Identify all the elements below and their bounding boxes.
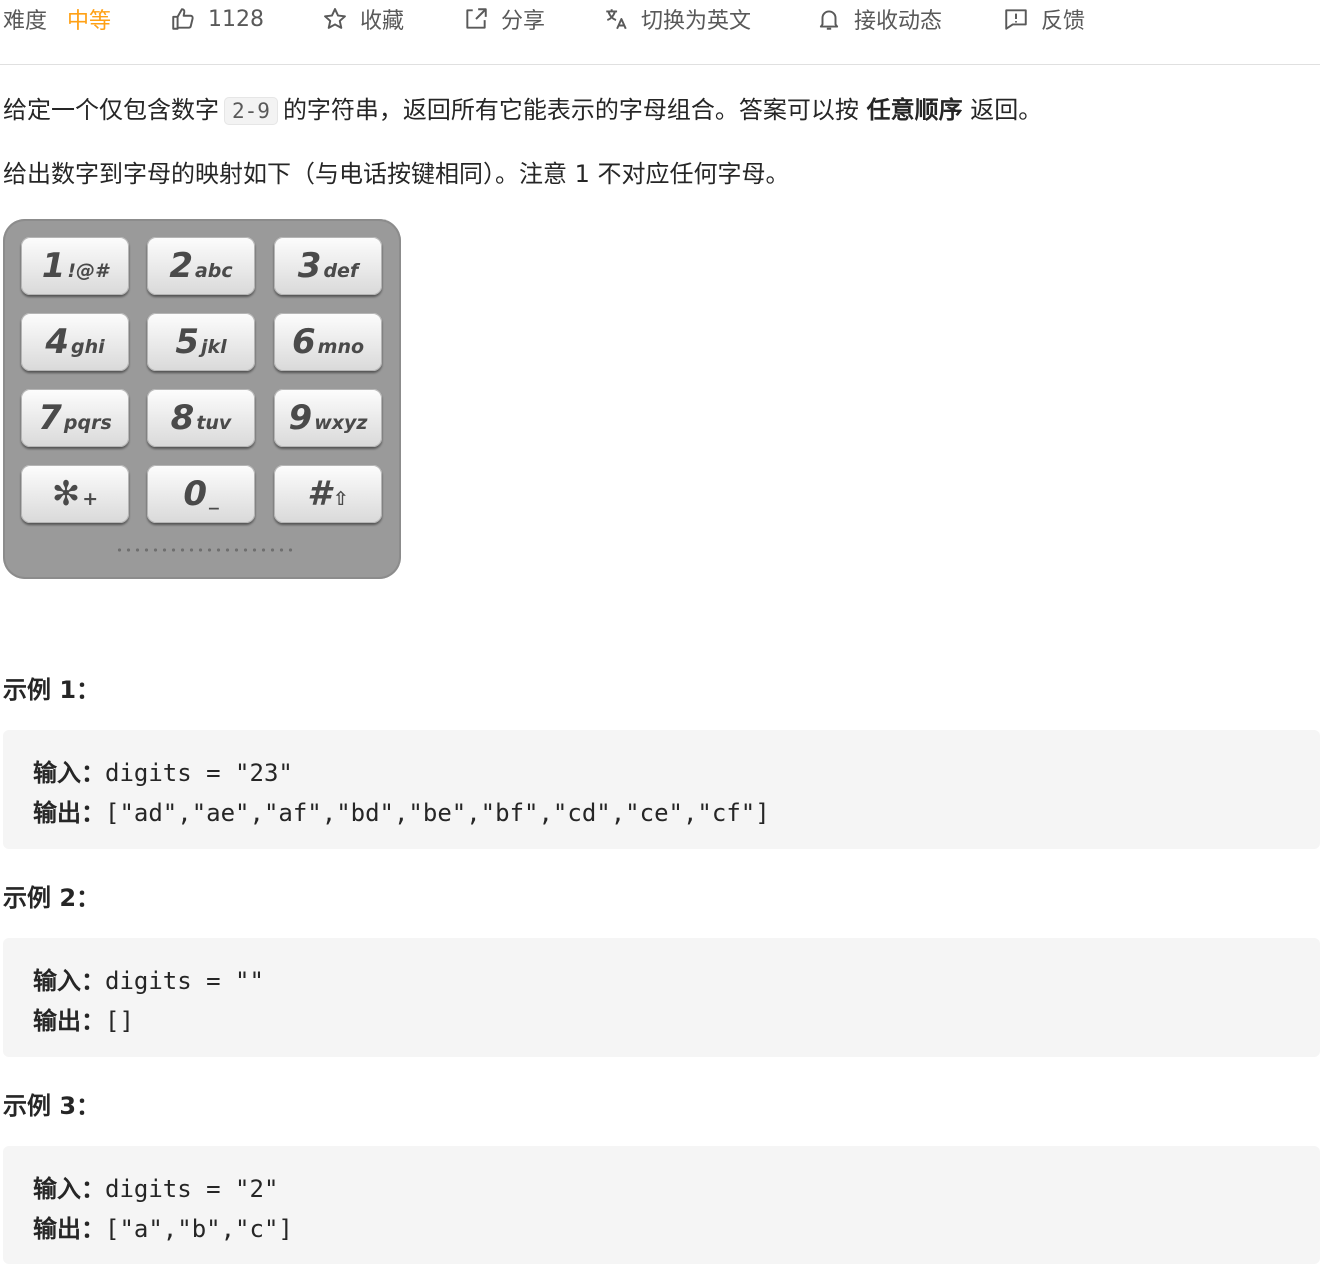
key-digit: # — [307, 474, 331, 514]
keypad-key-3: 3 def — [274, 237, 382, 295]
example-1-title: 示例 1： — [3, 676, 101, 704]
feedback-icon — [1005, 9, 1027, 30]
keypad-key-6: 6 mno — [274, 313, 382, 371]
thumbs-up-icon — [172, 8, 194, 30]
feedback-label: 反馈 — [1041, 9, 1086, 34]
key-digit: 8 — [170, 398, 195, 438]
key-letters: !@# — [67, 260, 109, 282]
keypad-key-7: 7 pqrs — [21, 389, 129, 447]
example-1-input: 输入：digits = "23" — [33, 753, 293, 788]
example-3-input: 输入：digits = "2" — [33, 1169, 278, 1204]
keypad-key-4: 4 ghi — [21, 313, 129, 371]
key-letters: ghi — [71, 336, 105, 358]
input-value: digits = "" — [105, 967, 264, 995]
key-letters: ⇧ — [332, 488, 349, 510]
translate-button[interactable]: 切换为英文 — [603, 3, 751, 35]
keypad-key-9: 9 wxyz — [274, 389, 382, 447]
key-letters: wxyz — [314, 412, 368, 434]
key-letters: jkl — [201, 336, 227, 358]
key-digit: 0 — [183, 474, 208, 514]
toolbar-divider — [0, 64, 1320, 65]
output-value: ["ad","ae","af","bd","be","bf","cd","ce"… — [105, 799, 770, 827]
keypad-key-8: 8 tuv — [147, 389, 255, 447]
output-value: ["a","b","c"] — [105, 1215, 293, 1243]
example-3-title: 示例 3： — [3, 1092, 101, 1120]
difficulty-label: 难度 — [3, 9, 48, 34]
key-digit: 4 — [45, 322, 70, 362]
output-label: 输出： — [33, 799, 105, 827]
input-value: digits = "23" — [105, 759, 293, 787]
output-value: [] — [105, 1007, 134, 1035]
key-digit: 5 — [175, 322, 199, 362]
bell-icon — [819, 10, 839, 30]
key-digit: 9 — [288, 398, 313, 438]
key-letters: mno — [317, 336, 365, 358]
problem-toolbar: 难度 中等 1128 收藏 分享 切换为英文 接收动态 反馈 — [0, 0, 1320, 38]
description-paragraph-2: 给出数字到字母的映射如下（与电话按键相同）。注意 1 不对应任何字母。 — [3, 160, 790, 188]
favorite-button[interactable]: 收藏 — [322, 3, 404, 35]
keypad-key-12: # ⇧ — [274, 465, 382, 523]
share-button[interactable]: 分享 — [463, 3, 545, 35]
share-icon — [466, 8, 487, 29]
keypad-key-10: ✻ + — [21, 465, 129, 523]
desc-text: 给定一个仅包含数字 — [3, 96, 219, 124]
translate-icon — [606, 9, 627, 30]
like-button[interactable]: 1128 — [170, 6, 264, 32]
key-digit: 1 — [41, 246, 66, 286]
keypad-key-5: 5 jkl — [147, 313, 255, 371]
example-2-input: 输入：digits = "" — [33, 961, 264, 996]
key-letters: abc — [194, 260, 233, 282]
key-digit: ✻ — [51, 474, 81, 514]
keypad-key-11: 0 _ — [147, 465, 255, 523]
difficulty-value: 中等 — [67, 9, 112, 34]
speaker-grille — [115, 547, 293, 553]
keypad-key-2: 2 abc — [147, 237, 255, 295]
subscribe-label: 接收动态 — [854, 9, 943, 34]
keypad-key-1: 1 !@# — [21, 237, 129, 295]
phone-keypad-image: 1 !@# 2 abc 3 def 4 ghi 5 jkl 6 mno 7 pqrs 8 tuv 9 wxyz ✻ +… — [3, 219, 401, 579]
example-3-output: 输出：["a","b","c"] — [33, 1209, 293, 1244]
example-1-output: 输出：["ad","ae","af","bd","be","bf","cd","… — [33, 793, 770, 828]
desc-text: 返回。 — [970, 96, 1043, 124]
desc-text: 的字符串，返回所有它能表示的字母组合。答案可以按 — [282, 96, 859, 124]
like-count: 1128 — [208, 6, 264, 32]
translate-label: 切换为英文 — [641, 9, 752, 34]
input-label: 输入： — [33, 759, 105, 787]
input-label: 输入： — [33, 1175, 105, 1203]
key-letters: _ — [209, 488, 219, 510]
key-digit: 6 — [291, 322, 316, 362]
example-2-output: 输出：[] — [33, 1001, 134, 1036]
key-letters: def — [323, 260, 359, 282]
difficulty: 难度 中等 — [3, 3, 111, 35]
input-value: digits = "2" — [105, 1175, 279, 1203]
key-letters: + — [82, 488, 99, 510]
subscribe-button[interactable]: 接收动态 — [816, 3, 942, 35]
key-letters: tuv — [196, 412, 232, 434]
key-letters: pqrs — [63, 412, 112, 434]
key-digit: 3 — [297, 246, 322, 286]
key-digit: 2 — [169, 246, 193, 286]
input-label: 输入： — [33, 967, 105, 995]
output-label: 输出： — [33, 1007, 105, 1035]
example-1-box: 输入：digits = "23" 输出：["ad","ae","af","bd"… — [3, 730, 1320, 849]
key-digit: 7 — [38, 398, 62, 438]
star-icon — [324, 8, 346, 29]
description-paragraph-1: 给定一个仅包含数字 2-9 的字符串，返回所有它能表示的字母组合。答案可以按 任意顺… — [3, 90, 1042, 131]
example-2-title: 示例 2： — [3, 884, 101, 912]
share-label: 分享 — [501, 9, 546, 34]
favorite-label: 收藏 — [360, 9, 405, 34]
output-label: 输出： — [33, 1215, 105, 1243]
inline-code: 2-9 — [224, 97, 278, 125]
example-3-box: 输入：digits = "2" 输出：["a","b","c"] — [3, 1146, 1320, 1264]
example-2-box: 输入：digits = "" 输出：[] — [3, 938, 1320, 1057]
feedback-button[interactable]: 反馈 — [1003, 3, 1085, 35]
desc-bold: 任意顺序 — [866, 96, 963, 124]
